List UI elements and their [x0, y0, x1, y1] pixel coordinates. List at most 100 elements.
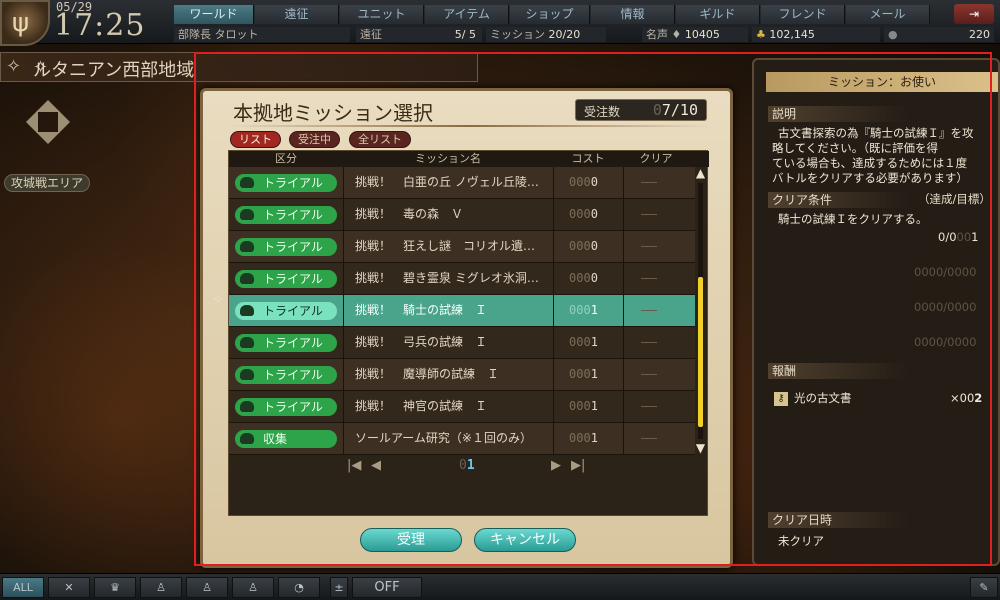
reward-quantity: ×002 — [950, 391, 983, 405]
description-heading: 説明 — [768, 106, 908, 122]
description-line: 略してください。（既に評価を得 — [772, 141, 939, 155]
tab-units[interactable]: ユニット — [340, 5, 424, 24]
tab-friends[interactable]: フレンド — [761, 5, 845, 24]
divider — [229, 125, 709, 127]
category-badge: トライアル — [235, 302, 337, 320]
cancel-button[interactable]: キャンセル — [474, 528, 576, 552]
fame-icon: ♦ — [671, 28, 682, 41]
mission-name: 挑戦！ 碧き霊泉 ミグレオ氷洞… — [355, 271, 539, 285]
key-icon: ⚷ — [774, 390, 788, 406]
wrench-icon[interactable]: ✎ — [970, 577, 998, 598]
clear-status — [641, 406, 657, 407]
filter-all[interactable]: 全リスト — [349, 131, 411, 148]
scroll-down-icon[interactable]: ▼ — [694, 442, 707, 455]
mission-name: 挑戦！ 魔導師の試練 Ｉ — [355, 367, 500, 381]
category-badge: トライアル — [235, 206, 337, 224]
arrow-up-icon[interactable] — [36, 88, 60, 112]
mission-cost: 0001 — [569, 367, 598, 381]
mission-cost: 0000 — [569, 175, 598, 189]
tab-guild[interactable]: ギルド — [676, 5, 760, 24]
condition-subheading: （達成/目標） — [918, 192, 991, 206]
table-row[interactable]: トライアル 挑戦！ 神官の試練 Ｉ 0001 — [229, 391, 695, 423]
arrow-left-icon[interactable] — [14, 110, 38, 134]
scroll-up-icon[interactable]: ▲ — [694, 167, 707, 180]
unit-2-icon[interactable]: ♙ — [186, 577, 228, 598]
table-row[interactable]: トライアル 挑戦！ 碧き霊泉 ミグレオ氷洞… 0000 — [229, 263, 695, 295]
arrow-right-icon[interactable] — [58, 110, 82, 134]
crystal-stat: ● 220 — [884, 27, 994, 42]
mission-table: 区分 ミッション名 コスト クリア トライアル 挑戦！ 白亜の丘 ノヴェル丘陵… 0… — [212, 150, 709, 516]
compass-star-icon: ✧ — [6, 56, 22, 77]
map-dpad[interactable] — [14, 88, 82, 156]
gauge-icon[interactable]: ◔ — [278, 577, 320, 598]
clear-date-heading: クリア日時 — [768, 512, 908, 528]
mission-cost: 0001 — [569, 399, 598, 413]
next-page-icon[interactable]: ▶ — [551, 458, 561, 473]
category-badge: トライアル — [235, 334, 337, 352]
tab-shop[interactable]: ショップ — [510, 5, 590, 24]
filter-ordered[interactable]: 受注中 — [289, 131, 340, 148]
clear-condition-heading: クリア条件 — [768, 192, 908, 208]
mission-cost: 0000 — [569, 271, 598, 285]
mission-name: ソールアーム研究（※１回のみ） — [355, 431, 532, 445]
crown-icon[interactable]: ♛ — [94, 577, 136, 598]
mission-cost: 0001 — [569, 431, 598, 445]
arrow-down-icon[interactable] — [36, 132, 60, 156]
filter-list[interactable]: リスト — [230, 131, 281, 148]
mission-name: 挑戦！ 毒の森 Ｖ — [355, 207, 464, 221]
unit-1-icon[interactable]: ♙ — [140, 577, 182, 598]
mission-cost: 0000 — [569, 207, 598, 221]
siege-area-button[interactable]: 攻城戦エリア — [4, 174, 91, 192]
panel-title: 本拠地ミッション選択 — [233, 101, 433, 125]
scroll-thumb[interactable] — [698, 277, 703, 427]
condition-empty: 0000/0000 — [914, 335, 977, 349]
clear-status — [641, 278, 657, 279]
crystal-icon: ● — [888, 28, 898, 41]
clear-status — [641, 182, 657, 183]
table-header: 区分 ミッション名 コスト クリア — [229, 151, 709, 167]
table-row[interactable]: トライアル 挑戦！ 騎士の試練 Ｉ 0001 — [229, 295, 695, 327]
tab-mail[interactable]: メール — [846, 5, 930, 24]
gold-stat: ♣ 102,145 — [752, 27, 880, 42]
clock: 17:25 — [54, 8, 146, 43]
table-row[interactable]: トライアル 挑戦！ 狂えし謎 コリオル遺… 0000 — [229, 231, 695, 263]
toggle-off-button[interactable]: OFF — [352, 577, 422, 598]
fame-stat: 名声 ♦ 10405 — [642, 27, 748, 42]
reward-heading: 報酬 — [768, 363, 908, 379]
selection-cursor-icon: ✧ — [212, 292, 224, 308]
compass-star-icon[interactable]: ✧ — [33, 57, 469, 78]
scrollbar[interactable]: ▲ ▼ — [694, 167, 707, 455]
tab-info[interactable]: 情報 — [591, 5, 675, 24]
description-line: ている場合も、達成するためには１度 — [772, 156, 968, 170]
tab-items[interactable]: アイテム — [425, 5, 509, 24]
table-row[interactable]: 収集 ソールアーム研究（※１回のみ） 0001 — [229, 423, 695, 455]
mission-select-panel: 本拠地ミッション選択 受注数 07/10 リスト 受注中 全リスト 区分 ミッシ… — [200, 88, 733, 568]
expedition-stat: 遠征 5/ 5 — [356, 27, 482, 42]
tab-world[interactable]: ワールド — [174, 5, 254, 24]
table-row[interactable]: トライアル 挑戦！ 白亜の丘 ノヴェル丘陵… 0000 — [229, 167, 695, 199]
clear-status — [641, 246, 657, 247]
last-page-icon[interactable]: ▶| — [571, 458, 585, 473]
table-row[interactable]: トライアル 挑戦！ 魔導師の試練 Ｉ 0001 — [229, 359, 695, 391]
exit-icon[interactable]: ⇥ — [954, 4, 994, 24]
stepper-icon[interactable]: ± — [330, 577, 348, 598]
clear-status — [641, 438, 657, 439]
table-row[interactable]: トライアル 挑戦！ 弓兵の試練 Ｉ 0001 — [229, 327, 695, 359]
pager: |◀ ◀ 01 ▶ ▶| — [229, 457, 695, 477]
swords-icon[interactable]: ✕ — [48, 577, 90, 598]
accept-button[interactable]: 受理 — [360, 528, 462, 552]
filter-all-button[interactable]: ALL — [2, 577, 44, 598]
first-page-icon[interactable]: |◀ — [347, 458, 361, 473]
category-badge: トライアル — [235, 270, 337, 288]
clear-status — [641, 342, 657, 343]
tab-expedition[interactable]: 遠征 — [255, 5, 339, 24]
category-badge: トライアル — [235, 398, 337, 416]
prev-page-icon[interactable]: ◀ — [371, 458, 381, 473]
mission-name: 挑戦！ 神官の試練 Ｉ — [355, 399, 488, 413]
mission-detail-panel: ミッション：お使い 説明 古文書探索の為『騎士の試練Ｉ』を攻 略してください。（… — [752, 58, 1000, 566]
condition-empty: 0000/0000 — [914, 300, 977, 314]
table-row[interactable]: トライアル 挑戦！ 毒の森 Ｖ 0000 — [229, 199, 695, 231]
detail-title: ミッション：お使い — [766, 72, 998, 92]
unit-3-icon[interactable]: ♙ — [232, 577, 274, 598]
reward-item: 光の古文書 — [794, 391, 852, 405]
